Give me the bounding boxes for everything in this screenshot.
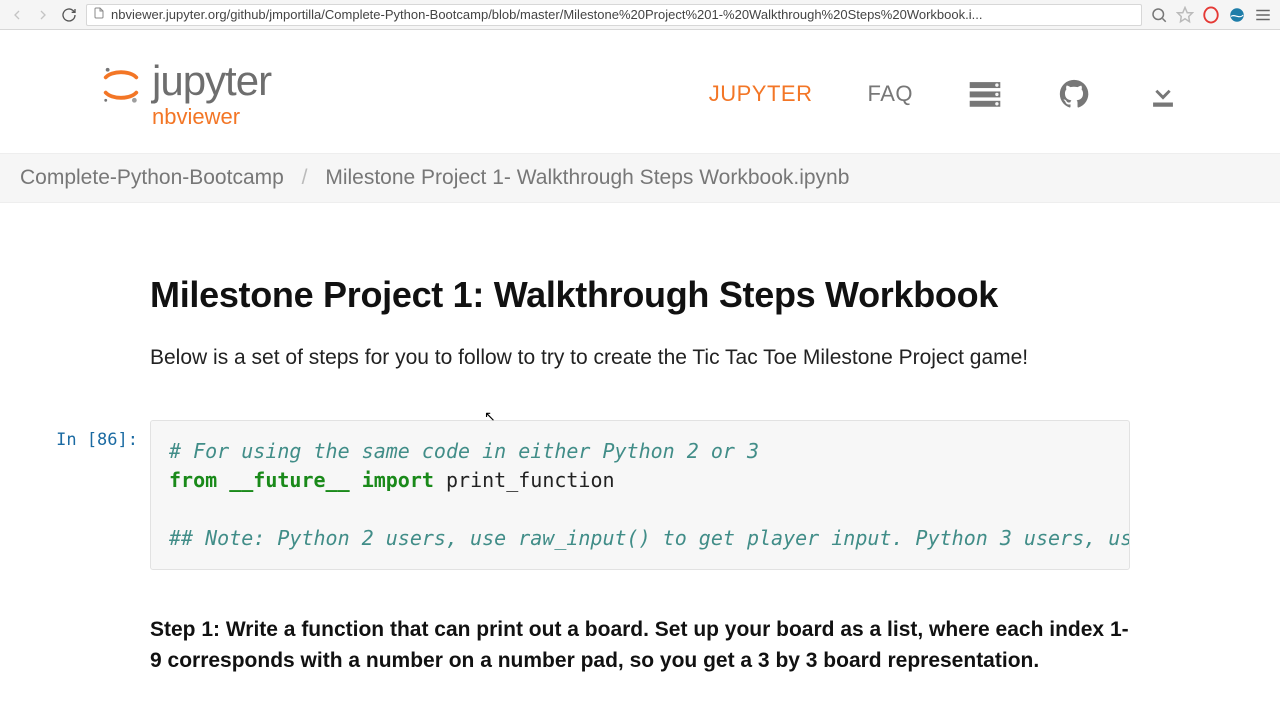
star-icon[interactable] bbox=[1176, 6, 1194, 24]
code-block: # For using the same code in either Pyth… bbox=[150, 420, 1130, 570]
nav-link-faq[interactable]: FAQ bbox=[867, 81, 913, 107]
site-header: jupyter nbviewer JUPYTER FAQ bbox=[0, 30, 1280, 153]
page-title: Milestone Project 1: Walkthrough Steps W… bbox=[150, 273, 1130, 316]
menu-icon[interactable] bbox=[1254, 6, 1272, 24]
download-icon[interactable] bbox=[1146, 77, 1180, 111]
brand-word-jupyter: jupyter bbox=[152, 60, 271, 102]
breadcrumb: Complete-Python-Bootcamp / Milestone Pro… bbox=[0, 153, 1280, 203]
code-comment-1: # For using the same code in either Pyth… bbox=[169, 439, 759, 463]
search-icon[interactable] bbox=[1150, 6, 1168, 24]
cell-prompt: In [86]: bbox=[30, 420, 150, 570]
extension-opera-icon[interactable] bbox=[1202, 6, 1220, 24]
breadcrumb-separator: / bbox=[290, 166, 320, 189]
back-button[interactable] bbox=[8, 6, 26, 24]
nav-threelines-icon[interactable] bbox=[968, 77, 1002, 111]
forward-button[interactable] bbox=[34, 6, 52, 24]
brand-word-nbviewer: nbviewer bbox=[152, 106, 271, 128]
breadcrumb-file[interactable]: Milestone Project 1- Walkthrough Steps W… bbox=[325, 166, 849, 189]
page-icon bbox=[93, 7, 105, 22]
breadcrumb-repo[interactable]: Complete-Python-Bootcamp bbox=[20, 166, 284, 189]
browser-toolbar: nbviewer.jupyter.org/github/jmportilla/C… bbox=[0, 0, 1280, 30]
jupyter-logo-icon bbox=[100, 64, 142, 106]
reload-button[interactable] bbox=[60, 6, 78, 24]
nav-link-jupyter[interactable]: JUPYTER bbox=[709, 81, 813, 107]
intro-paragraph: Below is a set of steps for you to follo… bbox=[150, 346, 1130, 370]
chrome-right-icons bbox=[1150, 6, 1272, 24]
code-cell: In [86]: # For using the same code in ei… bbox=[30, 420, 1130, 570]
code-name: print_function bbox=[446, 468, 615, 492]
step-1-text: Step 1: Write a function that can print … bbox=[150, 615, 1130, 676]
extension-globe-icon[interactable] bbox=[1228, 6, 1246, 24]
github-icon[interactable] bbox=[1057, 77, 1091, 111]
code-module: __future__ bbox=[229, 468, 349, 492]
notebook-content: Milestone Project 1: Walkthrough Steps W… bbox=[0, 203, 1280, 676]
code-kw-import: import bbox=[362, 468, 434, 492]
top-nav: JUPYTER FAQ bbox=[709, 77, 1180, 111]
brand-logo[interactable]: jupyter nbviewer bbox=[100, 60, 271, 128]
url-bar[interactable]: nbviewer.jupyter.org/github/jmportilla/C… bbox=[86, 4, 1142, 26]
code-kw-from: from bbox=[169, 468, 217, 492]
url-text: nbviewer.jupyter.org/github/jmportilla/C… bbox=[111, 7, 982, 22]
code-comment-2: ## Note: Python 2 users, use raw_input()… bbox=[169, 526, 1130, 550]
